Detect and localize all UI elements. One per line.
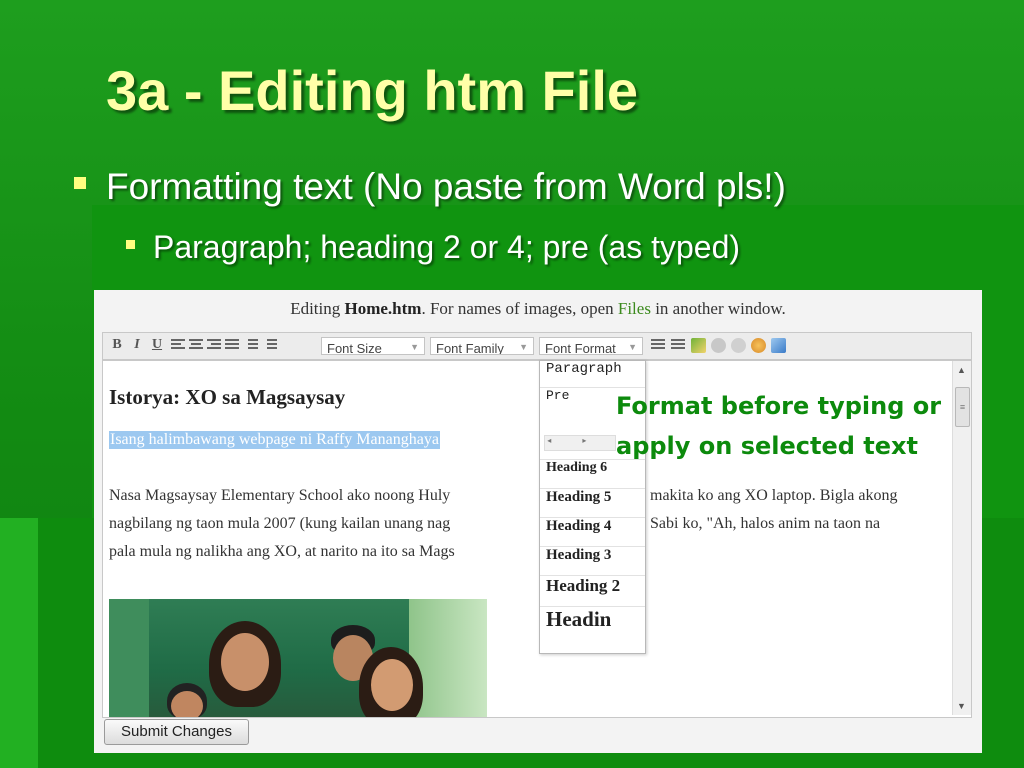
- outdent-icon[interactable]: [651, 339, 665, 351]
- format-option-heading-5[interactable]: Heading 5: [540, 489, 645, 518]
- chevron-down-icon: ▼: [628, 342, 637, 352]
- pre-scrollbar: ◂ ▸: [544, 435, 616, 451]
- scroll-down-icon[interactable]: ▼: [957, 701, 966, 711]
- bold-button[interactable]: B: [109, 337, 125, 353]
- italic-button[interactable]: I: [129, 337, 145, 353]
- annotation-line: apply on selected text: [616, 432, 918, 460]
- paragraph-line: nagbilang ng taon mula 2007 (kung kailan…: [109, 515, 451, 532]
- files-link[interactable]: Files: [618, 299, 651, 318]
- font-family-select[interactable]: Font Family ▼: [430, 337, 534, 355]
- bullet-square-icon: [74, 177, 86, 190]
- background-stripe: [0, 518, 38, 768]
- editing-header: Editing Home.htm. For names of images, o…: [94, 299, 982, 319]
- font-format-label: Font Format: [545, 341, 616, 355]
- font-format-select[interactable]: Font Format ▼: [539, 337, 643, 355]
- bullet-level-1: Formatting text (No paste from Word pls!…: [74, 166, 786, 208]
- bullet-text: Formatting text (No paste from Word pls!…: [106, 166, 786, 207]
- link-icon[interactable]: [711, 338, 726, 353]
- align-right-icon[interactable]: [207, 339, 221, 351]
- font-size-select[interactable]: Font Size ▼: [321, 337, 425, 355]
- file-name: Home.htm: [344, 299, 422, 318]
- bullet-level-2: Paragraph; heading 2 or 4; pre (as typed…: [126, 229, 740, 266]
- ordered-list-icon[interactable]: [263, 339, 277, 351]
- annotation-text: Format before typing or apply on selecte…: [616, 386, 961, 466]
- chevron-down-icon: ▼: [519, 342, 528, 352]
- insert-image-icon[interactable]: [771, 338, 786, 353]
- font-size-label: Font Size: [327, 341, 382, 355]
- header-middle: . For names of images, open: [421, 299, 618, 318]
- annotation-line: Format before typing or: [616, 392, 942, 420]
- editor-screenshot: Editing Home.htm. For names of images, o…: [94, 290, 982, 753]
- paragraph-line: Nasa Magsaysay Elementary School ako noo…: [109, 487, 451, 504]
- editor-toolbar: B I U Font Size ▼ Font Family ▼ Font Forma…: [102, 332, 972, 360]
- underline-button[interactable]: U: [149, 337, 165, 353]
- scroll-up-icon[interactable]: ▲: [957, 365, 966, 375]
- content-photo: [109, 599, 487, 717]
- align-left-icon[interactable]: [171, 339, 185, 351]
- edit-html-icon[interactable]: [691, 338, 706, 353]
- align-center-icon[interactable]: [189, 339, 203, 351]
- unordered-list-icon[interactable]: [244, 339, 258, 351]
- paragraph-line: makita ko ang XO laptop. Bigla akong: [650, 487, 898, 504]
- indent-icon[interactable]: [671, 339, 685, 351]
- slide-title: 3a - Editing htm File: [106, 59, 639, 122]
- header-prefix: Editing: [290, 299, 345, 318]
- paragraph-line: Sabi ko, "Ah, halos anim na taon na: [650, 515, 881, 532]
- paragraph-line: pala mula ng nalikha ang XO, at narito n…: [109, 543, 455, 560]
- submit-changes-button[interactable]: Submit Changes: [104, 719, 249, 745]
- content-heading: Istorya: XO sa Magsaysay: [109, 385, 346, 409]
- anchor-icon[interactable]: [751, 338, 766, 353]
- format-option-heading-3[interactable]: Heading 3: [540, 547, 645, 576]
- unlink-icon[interactable]: [731, 338, 746, 353]
- header-suffix: in another window.: [650, 299, 786, 318]
- selected-subtitle: Isang halimbawang webpage ni Raffy Manan…: [109, 431, 440, 449]
- bullet-square-icon: [126, 240, 135, 250]
- format-option-paragraph[interactable]: Paragraph: [540, 361, 645, 388]
- font-family-label: Font Family: [436, 341, 504, 355]
- align-justify-icon[interactable]: [225, 339, 239, 351]
- format-option-heading-1[interactable]: Headin: [540, 607, 645, 653]
- chevron-down-icon: ▼: [410, 342, 419, 352]
- format-option-heading-4[interactable]: Heading 4: [540, 518, 645, 547]
- format-option-heading-2[interactable]: Heading 2: [540, 576, 645, 607]
- bullet-text: Paragraph; heading 2 or 4; pre (as typed…: [153, 229, 741, 265]
